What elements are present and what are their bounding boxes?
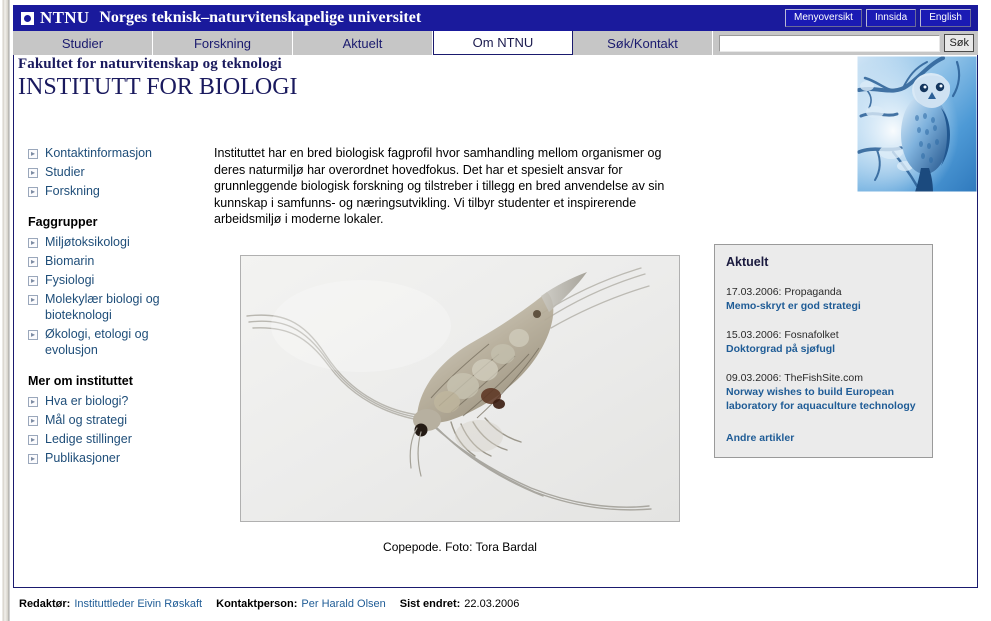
tab-forskning[interactable]: Forskning: [153, 31, 293, 55]
tab-sok-kontakt[interactable]: Søk/Kontakt: [573, 31, 713, 55]
header-search-area: Søk: [713, 31, 978, 55]
site-header-bar: NTNU Norges teknisk–naturvitenskapelige …: [13, 5, 978, 31]
browser-viewport: NTNU Norges teknisk–naturvitenskapelige …: [0, 0, 991, 621]
arrow-box-icon: ▸: [28, 238, 38, 248]
sidebar-item-forskning[interactable]: ▸ Forskning: [28, 183, 203, 199]
sidebar-item-ledige-stillinger[interactable]: ▸ Ledige stillinger: [28, 431, 203, 447]
aktuelt-panel: Aktuelt 17.03.2006: Propaganda Memo-skry…: [714, 244, 933, 458]
arrow-box-icon: ▸: [28, 454, 38, 464]
intro-paragraph: Instituttet har en bred biologisk fagpro…: [214, 146, 665, 226]
sidebar-item-studier[interactable]: ▸ Studier: [28, 164, 203, 180]
arrow-box-icon: ▸: [28, 257, 38, 267]
news-headline-link[interactable]: Doktorgrad på sjøfugl: [726, 342, 921, 356]
faculty-name: Fakultet for naturvitenskap og teknologi: [18, 56, 282, 72]
page-footer: Redaktør: Instituttleder Eivin Røskaft K…: [19, 598, 519, 610]
news-item: 15.03.2006: Fosnafolket Doktorgrad på sj…: [726, 328, 921, 356]
arrow-box-icon: ▸: [28, 187, 38, 197]
sidebar-item-kontaktinformasjon[interactable]: ▸ Kontaktinformasjon: [28, 145, 203, 161]
site-title: Norges teknisk–naturvitenskapelige unive…: [99, 9, 422, 26]
header-link-innsida[interactable]: Innsida: [865, 9, 917, 27]
sidebar-item-label: Biomarin: [45, 254, 95, 268]
news-headline-link[interactable]: Memo-skryt er god strategi: [726, 299, 921, 313]
news-date: 09.03.2006: TheFishSite.com: [726, 372, 863, 384]
tab-om-ntnu[interactable]: Om NTNU: [433, 31, 573, 55]
page-title: INSTITUTT FOR BIOLOGI: [18, 74, 298, 100]
header-link-menyoversikt[interactable]: Menyoversikt: [785, 9, 862, 27]
sidebar-group-title-faggrupper: Faggrupper: [28, 215, 98, 229]
footer-contact-link[interactable]: Per Harald Olsen: [301, 598, 385, 610]
arrow-box-icon: ▸: [28, 397, 38, 407]
more-articles-link[interactable]: Andre artikler: [726, 432, 921, 444]
figure-caption: Copepode. Foto: Tora Bardal: [383, 540, 537, 554]
news-date: 17.03.2006: Propaganda: [726, 286, 842, 298]
main-navigation-tabs: Studier Forskning Aktuelt Om NTNU Søk/Ko…: [13, 31, 978, 55]
sidebar-item-label: Studier: [45, 165, 85, 179]
sidebar-item-label: Fysiologi: [45, 273, 95, 287]
brand-name: NTNU: [40, 8, 90, 27]
sidebar-item-label: Publikasjoner: [45, 451, 121, 465]
sidebar-item-label: Ledige stillinger: [45, 432, 132, 446]
news-item: 17.03.2006: Propaganda Memo-skryt er god…: [726, 285, 921, 313]
tab-aktuelt[interactable]: Aktuelt: [293, 31, 433, 55]
window-left-edge: [0, 0, 11, 621]
page-title-block: Fakultet for naturvitenskap og teknologi…: [14, 56, 844, 100]
ntnu-square-dot-icon: [21, 11, 34, 25]
figure-block: Copepode. Foto: Tora Bardal: [240, 255, 680, 554]
sidebar-item-label: Molekylær biologi og bioteknologi: [45, 292, 160, 322]
arrow-box-icon: ▸: [28, 295, 38, 305]
news-item: 09.03.2006: TheFishSite.com Norway wishe…: [726, 371, 921, 413]
arrow-box-icon: ▸: [28, 168, 38, 178]
sidebar-item-label: Hva er biologi?: [45, 394, 129, 408]
tab-studier[interactable]: Studier: [13, 31, 153, 55]
sidebar-item-label: Miljøtoksikologi: [45, 235, 130, 249]
sidebar-item-miljotoksikologi[interactable]: ▸ Miljøtoksikologi: [28, 234, 203, 250]
sidebar-item-mal-og-strategi[interactable]: ▸ Mål og strategi: [28, 412, 203, 428]
news-date: 15.03.2006: Fosnafolket: [726, 329, 839, 341]
arrow-box-icon: ▸: [28, 435, 38, 445]
footer-contact-label: Kontaktperson:: [216, 598, 298, 610]
footer-modified-value: 22.03.2006: [464, 598, 520, 610]
arrow-box-icon: ▸: [28, 330, 38, 340]
footer-modified-label: Sist endret:: [399, 598, 461, 610]
sidebar-group-title-mer-om-instituttet: Mer om instituttet: [28, 374, 133, 388]
arrow-box-icon: ▸: [28, 149, 38, 159]
footer-editor-label: Redaktør:: [19, 598, 71, 610]
sidebar-item-okologi-etologi-og-evolusjon[interactable]: ▸ Økologi, etologi og evolusjon: [28, 326, 203, 358]
header-link-english[interactable]: English: [920, 9, 971, 27]
search-input[interactable]: [719, 34, 941, 52]
aktuelt-panel-title: Aktuelt: [726, 255, 769, 269]
sidebar-item-fysiologi[interactable]: ▸ Fysiologi: [28, 272, 203, 288]
arrow-box-icon: ▸: [28, 276, 38, 286]
footer-editor-link[interactable]: Instituttleder Eivin Røskaft: [74, 598, 202, 610]
sidebar-navigation: ▸ Kontaktinformasjon ▸ Studier ▸ Forskni…: [28, 145, 203, 469]
sidebar-item-label: Økologi, etologi og evolusjon: [45, 327, 149, 357]
arrow-box-icon: ▸: [28, 416, 38, 426]
sidebar-item-hva-er-biologi[interactable]: ▸ Hva er biologi?: [28, 393, 203, 409]
sidebar-item-label: Kontaktinformasjon: [45, 146, 153, 160]
sidebar-item-label: Mål og strategi: [45, 413, 127, 427]
news-headline-link[interactable]: Norway wishes to build European laborato…: [726, 385, 921, 413]
sidebar-item-publikasjoner[interactable]: ▸ Publikasjoner: [28, 450, 203, 466]
owl-on-branch-photo: [857, 56, 977, 192]
header-utility-links: Menyoversikt Innsida English: [785, 9, 978, 27]
search-button[interactable]: Søk: [944, 34, 974, 52]
sidebar-item-biomarin[interactable]: ▸ Biomarin: [28, 253, 203, 269]
sidebar-item-molekylaer-biologi-og-bioteknologi[interactable]: ▸ Molekylær biologi og bioteknologi: [28, 291, 203, 323]
copepod-microscope-photo: [240, 255, 680, 522]
sidebar-item-label: Forskning: [45, 184, 100, 198]
